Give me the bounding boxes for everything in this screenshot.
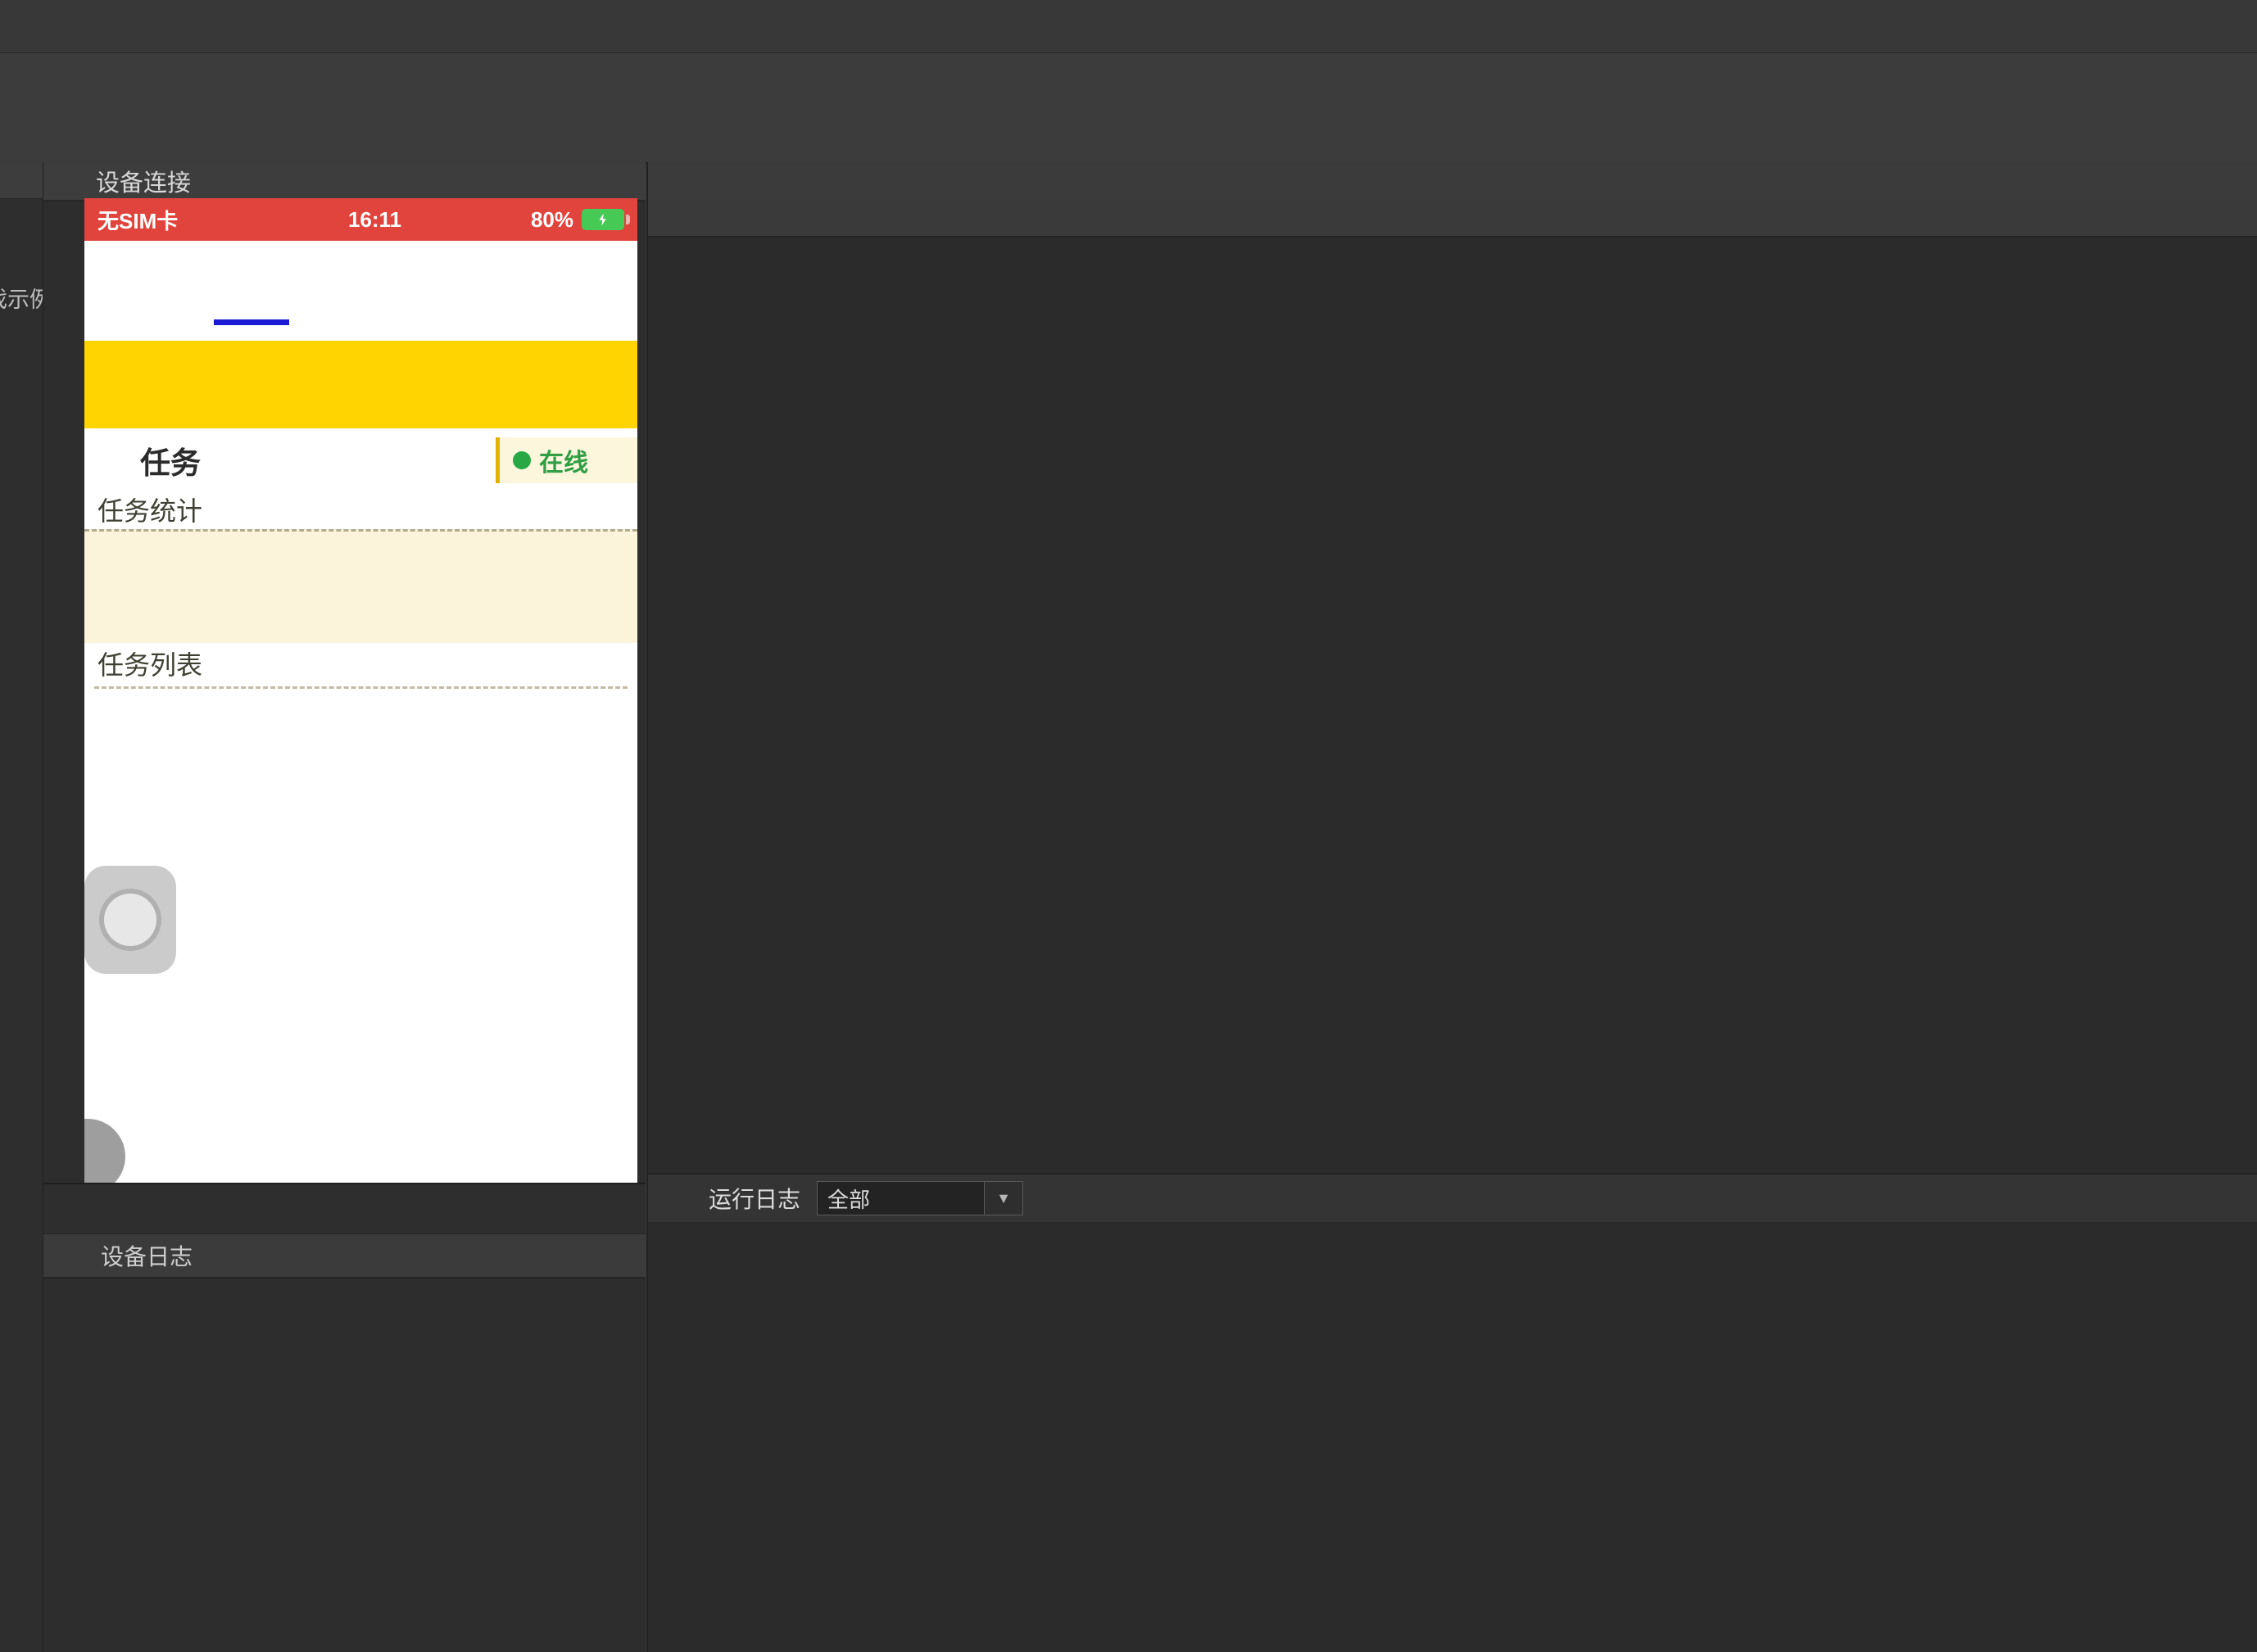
left-collapsed-panel-header bbox=[0, 162, 43, 199]
aiwrok-ide-window: 戏示例 设备连接 无SIM卡 16:11 80% 任务 bbox=[0, 0, 2257, 1652]
device-side-toolbar bbox=[43, 201, 84, 211]
chevron-down-icon: ▼ bbox=[984, 1182, 1023, 1215]
export-log-icon[interactable] bbox=[1130, 1184, 1158, 1212]
carrier-label: 无SIM卡 bbox=[97, 208, 179, 233]
crown-icon bbox=[97, 444, 130, 477]
battery-icon bbox=[582, 209, 630, 230]
contact-banner bbox=[84, 341, 637, 428]
log-filter-select[interactable]: 全部 ▼ bbox=[817, 1181, 1024, 1215]
device-panel-title: 设备连接 bbox=[96, 170, 192, 197]
run-log-header: 运行日志 全部 ▼ bbox=[648, 1173, 2257, 1222]
editor-toolbar bbox=[648, 200, 2257, 238]
code-editor: 运行日志 全部 ▼ bbox=[646, 162, 2257, 1652]
main-toolbar bbox=[0, 53, 2257, 164]
run-log-title: 运行日志 bbox=[709, 1187, 801, 1212]
device-log-icon bbox=[55, 1239, 88, 1272]
device-log-title: 设备日志 bbox=[101, 1244, 193, 1270]
task-page-title: 任务 bbox=[140, 446, 201, 480]
task-stats-card bbox=[84, 529, 637, 643]
examples-label: 戏示例 bbox=[0, 287, 43, 312]
phone-screen-mirror[interactable]: 任务 在线 任务统计 任务列表 bbox=[84, 241, 637, 1183]
divider bbox=[94, 686, 628, 689]
stats-section-label: 任务统计 bbox=[97, 496, 203, 526]
clock-label: 16:11 bbox=[347, 206, 402, 232]
tasks-section-label: 任务列表 bbox=[97, 650, 203, 680]
clear-log-icon[interactable] bbox=[1059, 1183, 1090, 1214]
floating-ball-overlay[interactable] bbox=[84, 1119, 125, 1183]
phone-statusbar: 无SIM卡 16:11 80% bbox=[84, 198, 637, 241]
assistive-touch-overlay[interactable] bbox=[84, 866, 176, 974]
wifi-icon bbox=[186, 207, 211, 232]
menubar bbox=[0, 0, 2257, 53]
export-log-icon[interactable] bbox=[600, 1242, 628, 1270]
device-log-list bbox=[43, 1276, 646, 1652]
online-dot-icon bbox=[513, 451, 531, 469]
device-panel: 设备连接 无SIM卡 16:11 80% 任务 在线 任务统计 任务列表 设备日… bbox=[43, 162, 646, 1652]
run-log-list bbox=[648, 1220, 2257, 1652]
task-page-header: 任务 在线 bbox=[84, 437, 637, 483]
left-collapsed-panel: 戏示例 bbox=[0, 162, 43, 1652]
assistive-touch-ring bbox=[99, 889, 161, 951]
phone-nav-bar bbox=[43, 1183, 646, 1235]
code-area[interactable] bbox=[648, 238, 2257, 1175]
active-tab-underline bbox=[214, 319, 289, 325]
device-panel-header: 设备连接 bbox=[43, 162, 646, 201]
online-label: 在线 bbox=[539, 450, 588, 477]
online-status: 在线 bbox=[496, 437, 637, 483]
location-icon bbox=[320, 209, 342, 230]
battery-percent: 80% bbox=[530, 206, 573, 232]
phone-icon bbox=[52, 166, 81, 196]
device-log-header: 设备日志 bbox=[43, 1233, 646, 1279]
editor-tab-bar bbox=[648, 162, 2257, 200]
run-log-icon bbox=[664, 1184, 692, 1212]
phone-tab-bar bbox=[84, 241, 637, 295]
log-filter-value: 全部 bbox=[827, 1187, 871, 1212]
